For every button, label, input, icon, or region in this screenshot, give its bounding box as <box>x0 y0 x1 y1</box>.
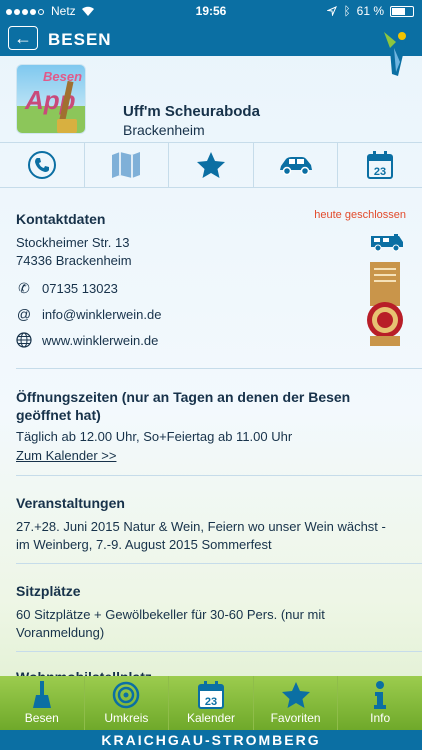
app-screen: Netz 19:56 ᛒ 61 % ← BESEN Besen App Uff'… <box>0 0 422 750</box>
website-row[interactable]: www.winklerwein.de <box>16 332 158 348</box>
region-footer: KRAICHGAU-STROMBERG <box>0 730 422 750</box>
tab-kalender[interactable]: 23 Kalender <box>169 676 254 730</box>
location-icon <box>327 6 338 16</box>
award-seal-icon <box>367 262 403 346</box>
info-icon <box>374 681 387 709</box>
divider <box>16 475 422 476</box>
email-row[interactable]: @ info@winklerwein.de <box>16 306 162 322</box>
divider <box>16 651 422 652</box>
favorite-button[interactable] <box>169 143 254 187</box>
tab-bar: Besen Umkreis 23 Kalender Favoriten Info <box>0 676 422 730</box>
tab-label: Info <box>370 711 391 725</box>
phone-icon <box>27 151 56 179</box>
map-icon <box>112 152 141 178</box>
closed-status-badge: heute geschlossen <box>314 209 406 221</box>
events-text-line1: 27.+28. Juni 2015 Natur & Wein, Feiern w… <box>16 519 386 534</box>
tab-label: Umkreis <box>104 711 149 725</box>
phone-row[interactable]: ✆ 07135 13023 <box>16 280 118 297</box>
venue-app-icon: Besen App <box>16 64 86 134</box>
calendar-tab-icon: 23 <box>197 681 224 709</box>
action-icon-row: 23 <box>0 142 422 188</box>
broom-bristle <box>57 119 77 133</box>
hours-heading-line1: Öffnungszeiten (nur an Tagen an denen de… <box>16 389 351 405</box>
target-icon <box>113 681 140 709</box>
hours-heading-line2: geöffnet hat) <box>16 407 101 423</box>
tab-label: Kalender <box>186 711 235 725</box>
navigation-bar: ← BESEN <box>0 22 422 56</box>
globe-icon <box>16 332 32 348</box>
car-icon <box>279 157 312 176</box>
divider <box>16 368 422 369</box>
broom-tab-icon <box>32 681 51 708</box>
map-button[interactable] <box>85 143 170 187</box>
calendar-tab-day: 23 <box>205 696 217 708</box>
tab-besen[interactable]: Besen <box>0 676 85 730</box>
address-city: 74336 Brackenheim <box>16 253 132 268</box>
battery-percent: 61 % <box>356 4 384 18</box>
route-button[interactable] <box>254 143 339 187</box>
email-icon: @ <box>16 306 32 322</box>
tab-label: Besen <box>24 711 59 725</box>
venue-name: Uff'm Scheuraboda <box>123 103 260 120</box>
venue-header: Besen App Uff'm Scheuraboda Brackenheim <box>0 56 422 142</box>
star-icon <box>196 152 225 178</box>
calendar-link[interactable]: Zum Kalender >> <box>16 448 406 463</box>
app-icon-subtitle: Besen <box>43 69 83 84</box>
page-title: BESEN <box>48 30 112 49</box>
call-button[interactable] <box>0 143 85 187</box>
hours-text: Täglich ab 12.00 Uhr, So+Feiertag ab 11.… <box>16 429 293 444</box>
tab-umkreis[interactable]: Umkreis <box>85 676 170 730</box>
seats-text-line1: 60 Sitzplätze + Gewölbekeller für 30-60 … <box>16 607 325 622</box>
tab-favoriten[interactable]: Favoriten <box>254 676 339 730</box>
status-bar: Netz 19:56 ᛒ 61 % <box>0 0 422 22</box>
back-button[interactable]: ← <box>8 26 38 50</box>
events-text-line2: im Weinberg, 7.-9. August 2015 Sommerfes… <box>16 537 272 552</box>
star-tab-icon <box>281 682 310 708</box>
tab-label: Favoriten <box>270 711 321 725</box>
tab-info[interactable]: Info <box>338 676 422 730</box>
back-arrow-icon: ← <box>14 28 32 48</box>
seats-heading: Sitzplätze <box>16 583 81 599</box>
divider <box>16 563 422 564</box>
calendar-button[interactable]: 23 <box>338 143 422 187</box>
seats-text-line2: Voranmeldung) <box>16 625 105 640</box>
email-address[interactable]: info@winklerwein.de <box>42 307 161 322</box>
phone-number[interactable]: 07135 13023 <box>42 281 118 296</box>
calendar-icon: 23 <box>367 151 394 179</box>
battery-icon <box>390 5 414 17</box>
address-street: Stockheimer Str. 13 <box>16 235 130 250</box>
events-heading: Veranstaltungen <box>16 495 125 511</box>
calendar-day-label: 23 <box>374 166 386 178</box>
phone-small-icon: ✆ <box>18 280 30 296</box>
website-url[interactable]: www.winklerwein.de <box>42 333 158 348</box>
status-right: ᛒ 61 % <box>327 4 414 18</box>
venue-town: Brackenheim <box>123 122 205 138</box>
bluetooth-icon: ᛒ <box>343 4 351 18</box>
